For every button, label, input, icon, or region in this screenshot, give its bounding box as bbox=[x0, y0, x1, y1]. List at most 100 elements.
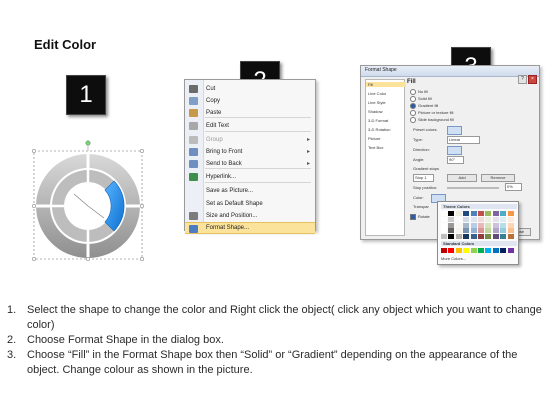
color-swatch[interactable] bbox=[441, 248, 447, 253]
category-picture[interactable]: Picture bbox=[368, 136, 380, 141]
color-swatch[interactable] bbox=[492, 233, 499, 239]
resize-handle[interactable] bbox=[139, 203, 145, 209]
color-swatch[interactable] bbox=[448, 248, 455, 253]
color-swatch[interactable] bbox=[463, 228, 470, 233]
resize-handle[interactable] bbox=[139, 256, 145, 262]
color-swatch[interactable] bbox=[448, 217, 455, 222]
category-line-style[interactable]: Line Style bbox=[368, 100, 386, 105]
resize-handle[interactable] bbox=[85, 256, 91, 262]
stop-position-slider[interactable] bbox=[447, 187, 499, 189]
color-swatch[interactable] bbox=[455, 217, 462, 222]
color-swatch[interactable] bbox=[478, 228, 484, 233]
color-swatch[interactable] bbox=[500, 211, 507, 216]
color-swatch[interactable] bbox=[455, 233, 462, 239]
color-swatch[interactable] bbox=[485, 228, 492, 233]
more-colors-link[interactable]: More Colors... bbox=[441, 256, 466, 261]
stop-position-input[interactable]: 0% bbox=[505, 183, 522, 191]
color-swatch[interactable] bbox=[441, 222, 447, 228]
color-swatch[interactable] bbox=[485, 222, 492, 228]
color-swatch[interactable] bbox=[500, 222, 507, 228]
color-swatch[interactable] bbox=[492, 228, 499, 233]
rotate-checkbox[interactable]: Rotate bbox=[410, 214, 430, 220]
color-swatch[interactable] bbox=[463, 222, 470, 228]
color-swatch[interactable] bbox=[441, 217, 447, 222]
color-swatch[interactable] bbox=[492, 211, 499, 216]
category-3d-format[interactable]: 3-D Format bbox=[368, 118, 388, 123]
angle-input[interactable]: 90° bbox=[447, 156, 464, 164]
color-swatch[interactable] bbox=[485, 217, 492, 222]
resize-handle[interactable] bbox=[31, 256, 37, 262]
resize-handle[interactable] bbox=[139, 148, 145, 154]
color-swatch[interactable] bbox=[507, 248, 514, 253]
menu-item-bring-to-front[interactable]: Bring to Front ▸ bbox=[185, 146, 315, 158]
color-swatch[interactable] bbox=[478, 222, 484, 228]
add-stop-button[interactable]: Add bbox=[447, 174, 477, 182]
color-swatch[interactable] bbox=[441, 211, 447, 216]
color-swatch[interactable] bbox=[470, 222, 477, 228]
preset-colors-button[interactable] bbox=[447, 126, 462, 135]
resize-handle[interactable] bbox=[31, 148, 37, 154]
rotate-handle[interactable] bbox=[85, 140, 91, 146]
color-swatch[interactable] bbox=[500, 233, 507, 239]
color-swatch[interactable] bbox=[507, 211, 514, 216]
color-swatch[interactable] bbox=[455, 211, 462, 216]
color-swatch[interactable] bbox=[478, 217, 484, 222]
color-swatch[interactable] bbox=[492, 222, 499, 228]
remove-stop-button[interactable]: Remove bbox=[481, 174, 515, 182]
color-swatch[interactable] bbox=[485, 211, 492, 216]
color-swatch[interactable] bbox=[500, 248, 507, 253]
color-swatch[interactable] bbox=[492, 217, 499, 222]
menu-item-copy[interactable]: Copy bbox=[185, 95, 315, 107]
color-swatch[interactable] bbox=[448, 222, 455, 228]
menu-item-cut[interactable]: Cut bbox=[185, 83, 315, 95]
resize-handle[interactable] bbox=[31, 203, 37, 209]
color-swatch[interactable] bbox=[455, 222, 462, 228]
menu-item-size-and-position[interactable]: Size and Position... bbox=[185, 210, 315, 222]
solid-fill-radio[interactable]: Solid fill bbox=[410, 96, 432, 102]
color-swatch[interactable] bbox=[507, 222, 514, 228]
slide-background-fill-radio[interactable]: Slide background fill bbox=[410, 117, 454, 123]
gradient-fill-radio[interactable]: Gradient fill bbox=[410, 103, 438, 109]
color-swatch[interactable] bbox=[463, 211, 470, 216]
color-swatch[interactable] bbox=[448, 233, 455, 239]
no-fill-radio[interactable]: No fill bbox=[410, 89, 428, 95]
color-swatch[interactable] bbox=[448, 211, 455, 216]
color-swatch[interactable] bbox=[455, 228, 462, 233]
color-swatch[interactable] bbox=[470, 233, 477, 239]
menu-item-set-as-default-shape[interactable]: Set as Default Shape bbox=[185, 198, 315, 210]
color-swatch[interactable] bbox=[507, 233, 514, 239]
color-swatch[interactable] bbox=[478, 233, 484, 239]
color-swatch[interactable] bbox=[485, 233, 492, 239]
stop-select[interactable]: Stop 1 bbox=[413, 174, 434, 182]
color-swatch[interactable] bbox=[448, 228, 455, 233]
color-swatch[interactable] bbox=[470, 248, 477, 253]
type-select[interactable]: Linear bbox=[447, 136, 480, 144]
color-swatch[interactable] bbox=[463, 233, 470, 239]
category-3d-rotation[interactable]: 3-D Rotation bbox=[368, 127, 390, 132]
color-swatch[interactable] bbox=[441, 233, 447, 239]
ring-diagram[interactable] bbox=[24, 140, 154, 270]
color-swatch[interactable] bbox=[507, 228, 514, 233]
color-swatch[interactable] bbox=[470, 211, 477, 216]
category-shadow[interactable]: Shadow bbox=[368, 109, 382, 114]
category-text-box[interactable]: Text Box bbox=[368, 145, 383, 150]
color-swatch[interactable] bbox=[478, 211, 484, 216]
color-swatch[interactable] bbox=[441, 228, 447, 233]
color-swatch[interactable] bbox=[478, 248, 484, 253]
color-swatch[interactable] bbox=[500, 217, 507, 222]
color-swatch[interactable] bbox=[470, 228, 477, 233]
color-swatch[interactable] bbox=[500, 228, 507, 233]
color-swatch[interactable] bbox=[455, 248, 462, 253]
menu-item-format-shape[interactable]: Format Shape... bbox=[185, 222, 315, 234]
color-swatch[interactable] bbox=[463, 217, 470, 222]
category-line-color[interactable]: Line Color bbox=[368, 91, 386, 96]
picture-fill-radio[interactable]: Picture or texture fill bbox=[410, 110, 453, 116]
menu-item-group[interactable]: Group ▸ bbox=[185, 134, 315, 146]
color-swatch[interactable] bbox=[470, 217, 477, 222]
color-swatch[interactable] bbox=[463, 248, 470, 253]
color-swatch[interactable] bbox=[492, 248, 499, 253]
menu-item-save-as-picture[interactable]: Save as Picture... bbox=[185, 185, 315, 197]
color-swatch[interactable] bbox=[507, 217, 514, 222]
direction-button[interactable] bbox=[447, 146, 462, 155]
category-fill[interactable]: Fill bbox=[366, 82, 406, 87]
